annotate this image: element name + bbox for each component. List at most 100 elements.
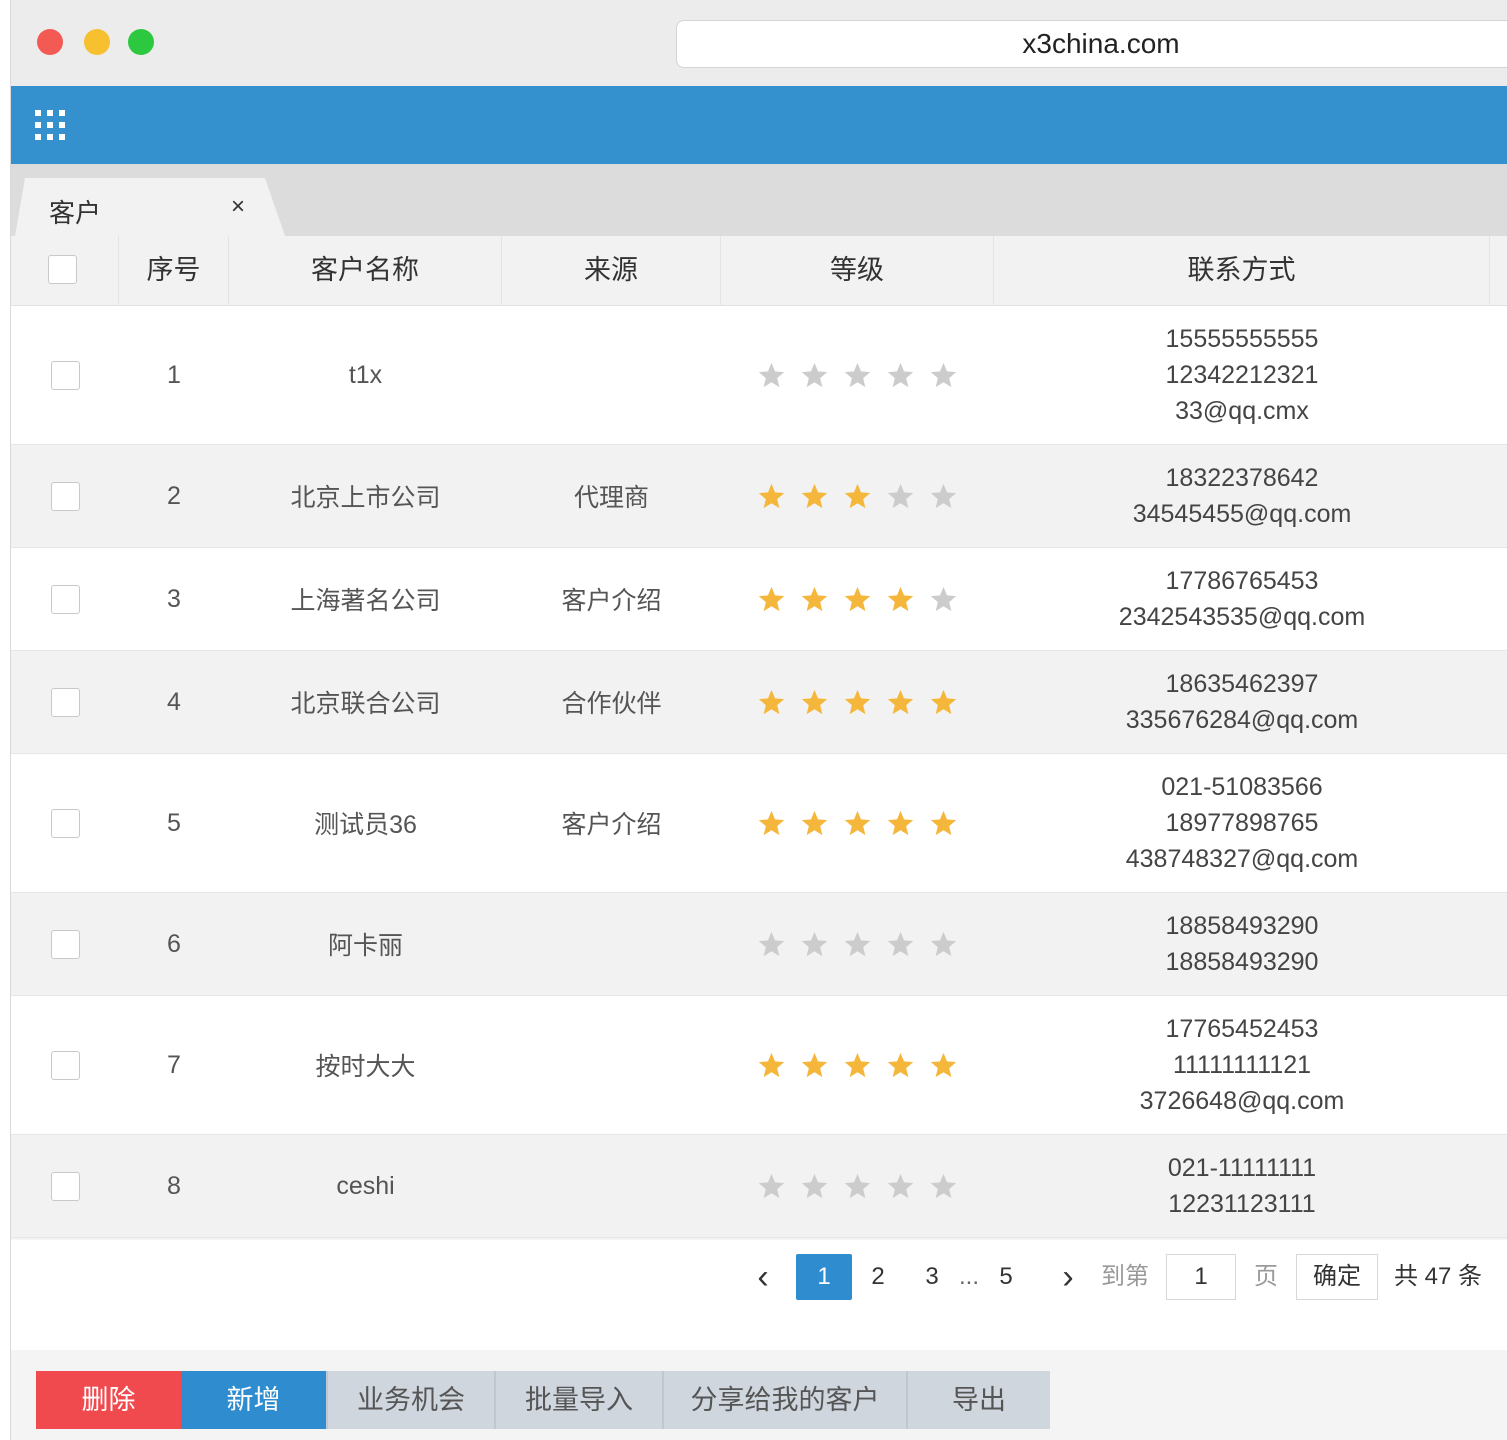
header-name[interactable]: 客户名称 — [229, 236, 502, 306]
total-count: 共 47 条 — [1393, 1263, 1483, 1290]
table-row[interactable]: 8 ceshi 021-11111111 12231123111 — [11, 1135, 1507, 1238]
row-select-cell — [11, 306, 119, 444]
row-checkbox[interactable] — [50, 1171, 80, 1201]
contact-line: 18858493290 — [1165, 912, 1319, 940]
customer-level — [721, 445, 994, 547]
customer-contact: 18635462397 335676284@qq.com — [994, 651, 1490, 753]
customer-name[interactable]: t1x — [229, 306, 502, 444]
contact-line: 021-11111111 — [1167, 1154, 1317, 1182]
star-icon — [801, 689, 828, 714]
customer-contact: 18322378642 34545455@qq.com — [994, 445, 1490, 547]
tab-customers[interactable]: 客户 × — [15, 178, 285, 236]
close-window-button[interactable] — [37, 29, 63, 55]
star-icon — [887, 810, 914, 835]
address-bar[interactable]: x3china.com — [676, 20, 1507, 68]
header-level[interactable]: 等级 — [721, 236, 994, 306]
customer-contact: 021-11111111 12231123111 — [994, 1135, 1490, 1237]
opportunity-button[interactable]: 业务机会 — [326, 1371, 494, 1429]
goto-page-input[interactable] — [1166, 1254, 1236, 1300]
star-icon — [758, 810, 785, 835]
star-icon — [758, 586, 785, 611]
contact-line: 18858493290 — [1165, 948, 1319, 976]
table-header: 序号 客户名称 来源 等级 联系方式 — [11, 236, 1507, 306]
star-rating — [757, 930, 958, 959]
contact-line: 11111111121 — [1172, 1051, 1312, 1079]
table-body: 1 t1x 15555555555 12342212321 33@qq.cmx 2 北京上市… — [11, 306, 1507, 1238]
table-row[interactable]: 6 阿卡丽 18858493290 18858493290 — [11, 893, 1507, 996]
maximize-window-button[interactable] — [128, 29, 154, 55]
customer-name[interactable]: 北京上市公司 — [229, 445, 502, 547]
browser-window: x3china.com 客户 × 序号 客户名称 来源 等级 联系方式 1 t1… — [10, 0, 1507, 1440]
row-checkbox[interactable] — [50, 929, 80, 959]
star-icon — [758, 1052, 785, 1077]
add-button[interactable]: 新增 — [181, 1371, 326, 1429]
star-icon — [887, 362, 914, 387]
goto-confirm-button[interactable]: 确定 — [1296, 1254, 1378, 1300]
customer-source — [502, 306, 721, 444]
customer-level — [721, 1135, 994, 1237]
star-icon — [930, 689, 957, 714]
table-row[interactable]: 1 t1x 15555555555 12342212321 33@qq.cmx — [11, 306, 1507, 445]
delete-button[interactable]: 删除 — [36, 1371, 181, 1429]
table-row[interactable]: 7 按时大大 17765452453 11111111121 3726648@qq.co… — [11, 996, 1507, 1135]
next-page-button[interactable]: › — [1054, 1254, 1082, 1300]
row-checkbox[interactable] — [50, 584, 80, 614]
row-checkbox[interactable] — [50, 1050, 80, 1080]
batch-import-button[interactable]: 批量导入 — [494, 1371, 662, 1429]
customer-name[interactable]: 按时大大 — [229, 996, 502, 1134]
tab-close-icon[interactable]: × — [231, 193, 245, 221]
star-icon — [801, 1052, 828, 1077]
star-icon — [930, 586, 957, 611]
header-source[interactable]: 来源 — [502, 236, 721, 306]
row-index: 8 — [167, 1171, 181, 1200]
customer-contact: 17765452453 11111111121 3726648@qq.com — [994, 996, 1490, 1134]
header-index[interactable]: 序号 — [119, 236, 229, 306]
row-checkbox[interactable] — [50, 687, 80, 717]
table-row[interactable]: 4 北京联合公司 合作伙伴 18635462397 335676284@qq.com — [11, 651, 1507, 754]
page-5-button[interactable]: 5 — [991, 1254, 1021, 1300]
page-unit-label: 页 — [1254, 1263, 1278, 1290]
contact-line: 12231123111 — [1168, 1190, 1316, 1218]
contact-line: 12342212321 — [1165, 361, 1319, 389]
customer-contact: 15555555555 12342212321 33@qq.cmx — [994, 306, 1490, 444]
table-row[interactable]: 3 上海著名公司 客户介绍 17786765453 2342543535@qq.com — [11, 548, 1507, 651]
customer-name[interactable]: ceshi — [229, 1135, 502, 1237]
page-3-button[interactable]: 3 — [917, 1254, 947, 1300]
star-icon — [801, 586, 828, 611]
star-icon — [758, 931, 785, 956]
table-row[interactable]: 2 北京上市公司 代理商 18322378642 34545455@qq.com — [11, 445, 1507, 548]
row-checkbox[interactable] — [50, 808, 80, 838]
star-icon — [930, 362, 957, 387]
star-rating — [757, 688, 958, 717]
row-index: 1 — [167, 360, 181, 389]
customer-source — [502, 893, 721, 995]
header-contact[interactable]: 联系方式 — [994, 236, 1490, 306]
grid-menu-icon[interactable] — [35, 110, 65, 140]
row-checkbox[interactable] — [50, 360, 80, 390]
prev-page-button[interactable]: ‹ — [749, 1254, 777, 1300]
page-1-button[interactable]: 1 — [796, 1254, 852, 1300]
customer-level — [721, 893, 994, 995]
title-bar: x3china.com — [11, 0, 1507, 86]
customer-name[interactable]: 上海著名公司 — [229, 548, 502, 650]
page-2-button[interactable]: 2 — [863, 1254, 893, 1300]
minimize-window-button[interactable] — [84, 29, 110, 55]
star-icon — [844, 689, 871, 714]
contact-line: 335676284@qq.com — [1125, 706, 1359, 734]
contact-line: 021-51083566 — [1161, 773, 1323, 801]
star-icon — [844, 1052, 871, 1077]
shared-customers-button[interactable]: 分享给我的客户 — [662, 1371, 906, 1429]
select-all-checkbox[interactable] — [48, 255, 77, 284]
customer-name[interactable]: 测试员36 — [229, 754, 502, 892]
contact-line: 33@qq.cmx — [1175, 397, 1309, 425]
contact-line: 17765452453 — [1165, 1015, 1319, 1043]
star-rating — [757, 1051, 958, 1080]
table-row[interactable]: 5 测试员36 客户介绍 021-51083566 18977898765 4387483… — [11, 754, 1507, 893]
row-checkbox[interactable] — [50, 481, 80, 511]
export-button[interactable]: 导出 — [906, 1371, 1050, 1429]
customer-name[interactable]: 北京联合公司 — [229, 651, 502, 753]
contact-line: 18977898765 — [1165, 809, 1319, 837]
star-icon — [758, 689, 785, 714]
customer-name[interactable]: 阿卡丽 — [229, 893, 502, 995]
customer-source: 客户介绍 — [561, 811, 662, 839]
